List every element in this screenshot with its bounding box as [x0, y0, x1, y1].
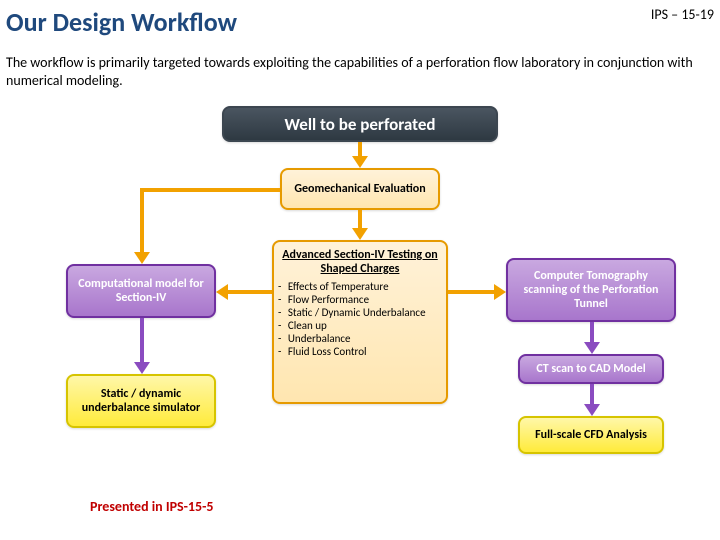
arrow-head [584, 404, 600, 416]
arrow [228, 290, 272, 294]
box-ct-label: Computer Tomography scanning of the Perf… [514, 269, 668, 311]
arrow [358, 142, 362, 156]
arrow [140, 318, 144, 362]
center-list: Effects of Temperature Flow Performance … [274, 278, 446, 364]
arrow-head [352, 156, 368, 168]
box-cfd-analysis: Full-scale CFD Analysis [518, 416, 664, 454]
list-item: Static / Dynamic Underbalance [288, 306, 438, 319]
center-title: Advanced Section-IV Testing on Shaped Ch… [274, 242, 446, 278]
box-geomechanical: Geomechanical Evaluation [280, 168, 440, 210]
box-sim-label: Static / dynamic underbalance simulator [74, 387, 208, 415]
header-code: IPS – 15-19 [651, 6, 714, 23]
box-well-label: Well to be perforated [284, 114, 435, 135]
box-cfd-label: Full-scale CFD Analysis [535, 428, 647, 442]
arrow [358, 210, 362, 228]
arrow-head [134, 252, 150, 264]
box-geo-label: Geomechanical Evaluation [294, 182, 425, 196]
arrow [448, 290, 494, 294]
box-advanced-section: Advanced Section-IV Testing on Shaped Ch… [272, 240, 448, 404]
arrow [590, 384, 594, 404]
box-ct-scan: Computer Tomography scanning of the Perf… [506, 258, 676, 322]
credit-line: Presented in IPS-15-5 [90, 498, 213, 515]
arrow-head [352, 228, 368, 240]
box-cad-label: CT scan to CAD Model [536, 362, 645, 376]
arrow-head [584, 342, 600, 354]
box-static-dynamic-sim: Static / dynamic underbalance simulator [66, 374, 216, 428]
list-item: Fluid Loss Control [288, 345, 438, 358]
box-comp-label: Computational model for Section-IV [74, 277, 208, 305]
list-item: Flow Performance [288, 293, 438, 306]
box-computational-model: Computational model for Section-IV [66, 264, 216, 318]
list-item: Underbalance [288, 332, 438, 345]
arrow-head [216, 284, 228, 300]
arrow-head [494, 284, 506, 300]
arrow [590, 322, 594, 342]
box-ct-to-cad: CT scan to CAD Model [518, 354, 664, 384]
list-item: Effects of Temperature [288, 280, 438, 293]
arrow-head [134, 362, 150, 374]
arrow [140, 188, 280, 192]
page-title: Our Design Workflow [6, 6, 237, 38]
intro-text: The workflow is primarily targeted towar… [6, 54, 700, 89]
box-well: Well to be perforated [222, 106, 498, 142]
list-item: Clean up [288, 319, 438, 332]
arrow [140, 188, 144, 252]
